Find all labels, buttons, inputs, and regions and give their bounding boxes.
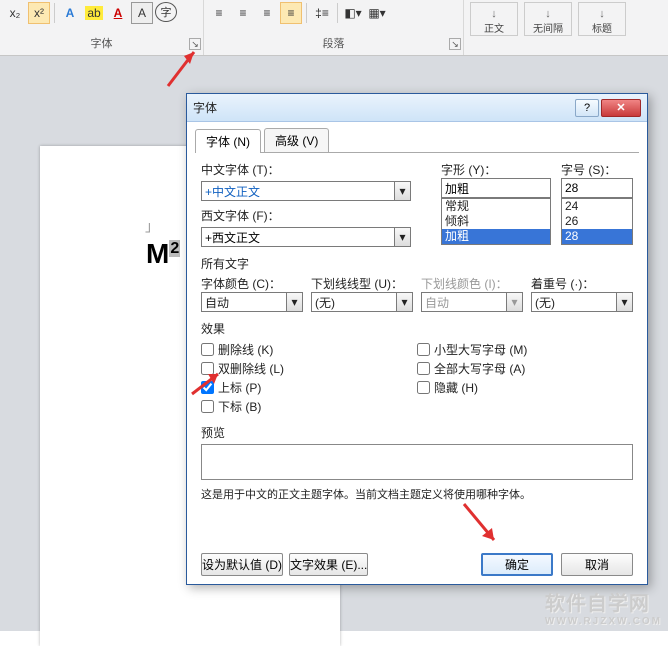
- preview-box: [201, 444, 633, 480]
- align-center-button[interactable]: ≡: [232, 2, 254, 24]
- text-effects-button[interactable]: A: [59, 2, 81, 24]
- list-item[interactable]: 加粗: [442, 229, 550, 244]
- strike-checkbox[interactable]: [201, 343, 214, 356]
- list-item[interactable]: 28: [562, 229, 632, 244]
- watermark: 软件自学网WWW.RJZXW.COM: [545, 587, 662, 627]
- size-label: 字号 (S)：: [561, 161, 633, 178]
- style-body[interactable]: ↓正文: [470, 2, 518, 36]
- chevron-down-icon[interactable]: ▾: [394, 182, 410, 200]
- underline-style-combo[interactable]: (无)▾: [311, 292, 413, 312]
- close-button[interactable]: ✕: [601, 99, 641, 117]
- chevron-down-icon[interactable]: ▾: [394, 228, 410, 246]
- style-label: 字形 (Y)：: [441, 161, 551, 178]
- underline-style-label: 下划线线型 (U)：: [311, 275, 413, 292]
- superscript-button[interactable]: x²: [28, 2, 50, 24]
- help-button[interactable]: ?: [575, 99, 599, 117]
- font-group-label: 字体: [91, 38, 113, 50]
- underline-color-label: 下划线颜色 (I)：: [421, 275, 523, 292]
- emphasis-label: 着重号 (·)：: [531, 275, 633, 292]
- helper-text: 这是用于中文的正文主题字体。当前文档主题定义将使用哪种字体。: [201, 486, 633, 502]
- list-item[interactable]: 24: [562, 199, 632, 214]
- align-right-button[interactable]: ≡: [256, 2, 278, 24]
- document-text[interactable]: M2: [146, 238, 180, 271]
- style-title[interactable]: ↓标题: [578, 2, 626, 36]
- cn-font-input[interactable]: [202, 182, 394, 200]
- all-text-label: 所有文字: [201, 255, 633, 272]
- preview-label: 预览: [201, 424, 633, 441]
- styles-gallery[interactable]: ↓正文 ↓无间隔 ↓标题: [464, 0, 632, 55]
- align-justify-button[interactable]: ≡: [280, 2, 302, 24]
- tab-font[interactable]: 字体 (N): [195, 129, 261, 153]
- ok-button[interactable]: 确定: [481, 553, 553, 576]
- paragraph-group-label: 段落: [323, 38, 345, 50]
- align-left-button[interactable]: ≡: [208, 2, 230, 24]
- font-color-combo[interactable]: 自动▾: [201, 292, 303, 312]
- emphasis-combo[interactable]: (无)▾: [531, 292, 633, 312]
- style-input-combo[interactable]: [441, 178, 551, 198]
- font-dialog-launcher[interactable]: ↘: [189, 38, 201, 50]
- wn-font-input[interactable]: [202, 228, 394, 246]
- ribbon: x₂ x² A ab A A 字 字体 ↘ ≡ ≡ ≡ ≡ ‡≡ ◧▾ ▦▾ 段…: [0, 0, 668, 56]
- font-color-label: 字体颜色 (C)：: [201, 275, 303, 292]
- font-dialog: 字体 ? ✕ 字体 (N) 高级 (V) 中文字体 (T)： ▾ 西文字体 (F…: [186, 93, 648, 585]
- cn-font-combo[interactable]: ▾: [201, 181, 411, 201]
- allcaps-checkbox[interactable]: [417, 362, 430, 375]
- paragraph-dialog-launcher[interactable]: ↘: [449, 38, 461, 50]
- double-strike-checkbox[interactable]: [201, 362, 214, 375]
- list-item[interactable]: 常规: [442, 199, 550, 214]
- size-listbox[interactable]: 24 26 28: [561, 198, 633, 245]
- tab-advanced[interactable]: 高级 (V): [264, 128, 329, 152]
- style-listbox[interactable]: 常规 倾斜 加粗: [441, 198, 551, 245]
- font-color-button[interactable]: A: [107, 2, 129, 24]
- shading-button[interactable]: ◧▾: [342, 2, 364, 24]
- dialog-title: 字体: [193, 99, 573, 116]
- effects-label: 效果: [201, 320, 633, 337]
- text-effects-dialog-button[interactable]: 文字效果 (E)...: [289, 553, 368, 576]
- hidden-checkbox[interactable]: [417, 381, 430, 394]
- superscript-checkbox[interactable]: [201, 381, 214, 394]
- cancel-button[interactable]: 取消: [561, 553, 633, 576]
- dialog-titlebar[interactable]: 字体 ? ✕: [187, 94, 647, 122]
- subscript-button[interactable]: x₂: [4, 2, 26, 24]
- paragraph-mark: 」: [145, 216, 159, 236]
- highlight-button[interactable]: ab: [83, 2, 105, 24]
- smallcaps-checkbox[interactable]: [417, 343, 430, 356]
- line-spacing-button[interactable]: ‡≡: [311, 2, 333, 24]
- subscript-checkbox[interactable]: [201, 400, 214, 413]
- set-default-button[interactable]: 设为默认值 (D): [201, 553, 283, 576]
- style-nospacing[interactable]: ↓无间隔: [524, 2, 572, 36]
- list-item[interactable]: 倾斜: [442, 214, 550, 229]
- borders-button[interactable]: ▦▾: [366, 2, 388, 24]
- wn-font-combo[interactable]: ▾: [201, 227, 411, 247]
- wn-font-label: 西文字体 (F)：: [201, 207, 280, 224]
- list-item[interactable]: 26: [562, 214, 632, 229]
- char-shading-button[interactable]: A: [131, 2, 153, 24]
- underline-color-combo: 自动▾: [421, 292, 523, 312]
- enclose-char-button[interactable]: 字: [155, 2, 177, 22]
- size-input-combo[interactable]: [561, 178, 633, 198]
- cn-font-label: 中文字体 (T)：: [201, 161, 280, 178]
- dialog-tabs: 字体 (N) 高级 (V): [195, 128, 639, 153]
